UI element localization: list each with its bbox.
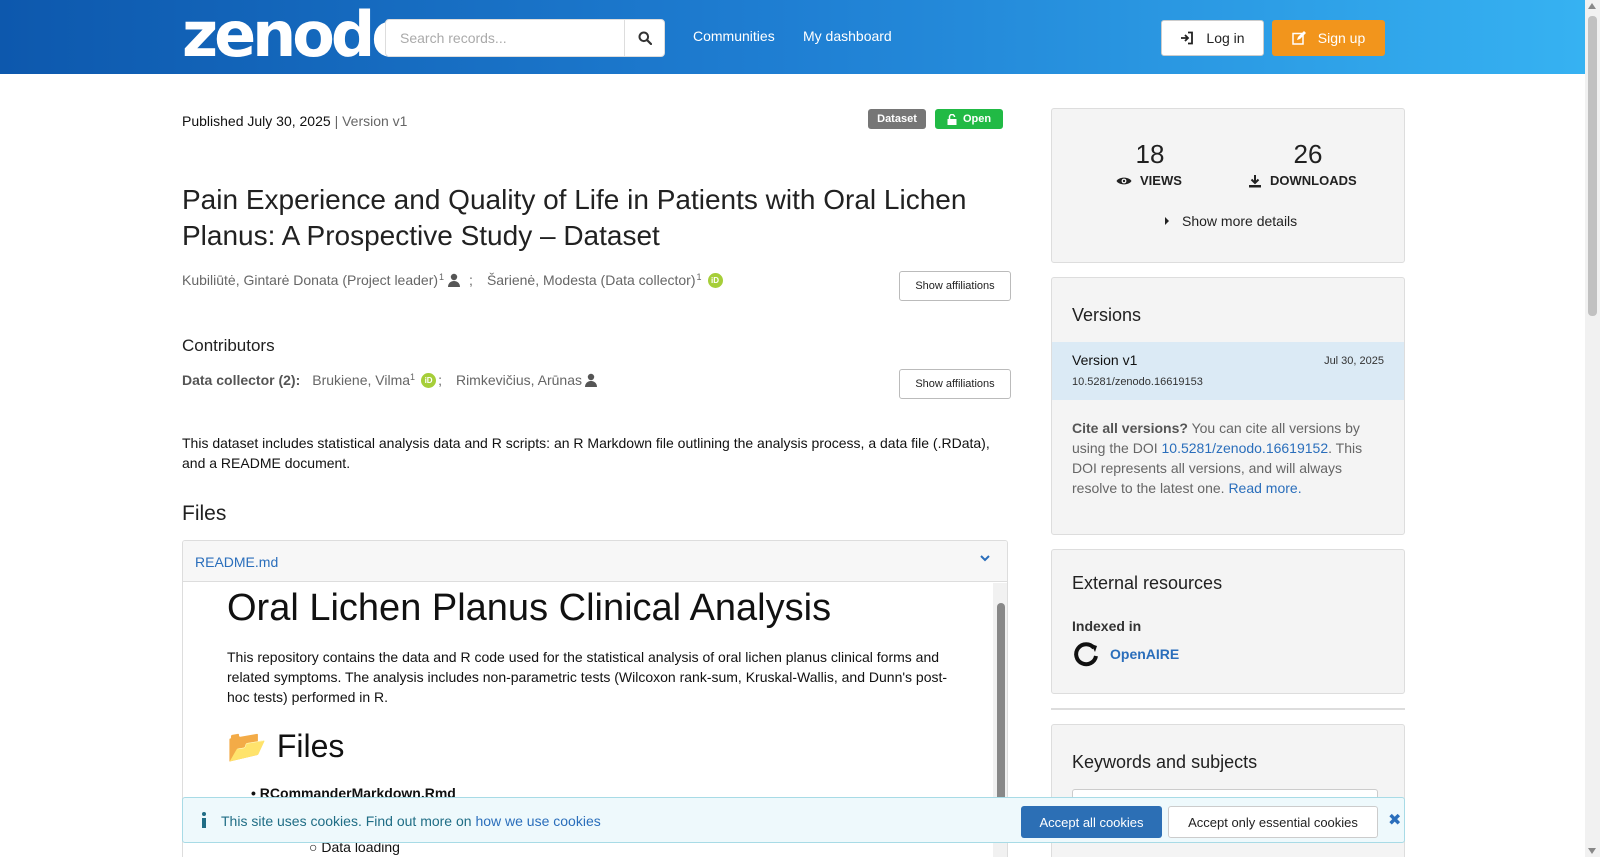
version-item[interactable]: Version v1 Jul 30, 2025 10.5281/zenodo.1… <box>1052 342 1404 400</box>
creator-name[interactable]: Kubiliūtė, Gintarė Donata (Project leade… <box>182 272 438 288</box>
nav-my-dashboard[interactable]: My dashboard <box>803 28 892 44</box>
sidebar-divider <box>1051 708 1405 710</box>
contributor-name[interactable]: Rimkevičius, Arūnas <box>456 372 582 388</box>
login-button[interactable]: Log in <box>1161 20 1264 56</box>
show-contributor-affiliations-button[interactable]: Show affiliations <box>899 369 1011 399</box>
openaire-link[interactable]: OpenAIRE <box>1072 640 1179 668</box>
info-icon <box>202 812 206 828</box>
edit-icon <box>1292 31 1306 45</box>
scroll-down-arrow-icon[interactable] <box>1588 848 1596 854</box>
person-icon <box>448 273 461 287</box>
creators-list: Kubiliūtė, Gintarė Donata (Project leade… <box>182 272 723 288</box>
signup-button[interactable]: Sign up <box>1272 20 1385 56</box>
show-more-details-label: Show more details <box>1182 213 1298 229</box>
record-title: Pain Experience and Quality of Life in P… <box>182 184 967 251</box>
views-label-text: VIEWS <box>1140 173 1182 188</box>
eye-icon <box>1116 177 1132 184</box>
version-name[interactable]: Version v1 <box>1072 352 1137 368</box>
search-button[interactable] <box>624 19 665 57</box>
affiliation-number: 1 <box>410 372 416 382</box>
downloads-label-text: DOWNLOADS <box>1270 173 1357 188</box>
show-more-details-toggle[interactable]: Show more details <box>1164 213 1297 229</box>
cookie-policy-link[interactable]: how we use cookies <box>475 813 600 829</box>
affiliation-number: 1 <box>439 272 445 282</box>
versions-title: Versions <box>1072 305 1142 325</box>
contributor-separator: ; <box>438 372 442 388</box>
orcid-icon[interactable]: iD <box>707 272 723 288</box>
signup-label: Sign up <box>1317 30 1366 46</box>
indexed-in-label: Indexed in <box>1072 618 1142 634</box>
readme-subheading-text: Files <box>276 727 345 764</box>
keywords-title: Keywords and subjects <box>1072 752 1258 772</box>
access-label: Open <box>962 113 992 125</box>
scroll-up-arrow-icon[interactable] <box>1588 3 1596 9</box>
contributor-name[interactable]: Brukiene, Vilma <box>312 372 410 388</box>
concept-doi-link[interactable]: 10.5281/zenodo.16619152 <box>1162 440 1329 456</box>
creator-name[interactable]: Šarienė, Modesta (Data collector) <box>487 272 696 288</box>
readme-paragraph: This repository contains the data and R … <box>227 649 948 705</box>
affiliation-number: 1 <box>696 272 702 282</box>
show-affiliations-button[interactable]: Show affiliations <box>899 271 1011 301</box>
stats-card: 18 VIEWS 26 DOWNLOADS Show more details <box>1051 108 1405 263</box>
versions-card: Versions Version v1 Jul 30, 2025 10.5281… <box>1051 277 1405 535</box>
person-icon <box>585 373 597 387</box>
read-more-link[interactable]: Read more. <box>1228 480 1301 496</box>
accept-all-cookies-button[interactable]: Accept all cookies <box>1021 806 1162 838</box>
openaire-label: OpenAIRE <box>1110 646 1180 662</box>
cite-all-versions: Cite all versions? You can cite all vers… <box>1072 418 1382 498</box>
cite-all-bold: Cite all versions? <box>1072 420 1188 436</box>
search-icon <box>638 31 652 45</box>
search-input[interactable] <box>385 19 625 57</box>
login-label: Log in <box>1206 30 1245 46</box>
views-label: VIEWS <box>1116 173 1182 188</box>
folder-icon: 📂 <box>227 728 267 764</box>
close-icon[interactable]: ✖ <box>1388 810 1401 830</box>
top-navbar: zenodo Communities My dashboard Log in S… <box>0 0 1585 74</box>
external-resources-card: External resources Indexed in OpenAIRE <box>1051 549 1405 694</box>
publication-info: Published July 30, 2025 | Version v1 <box>182 113 407 129</box>
nav-communities[interactable]: Communities <box>693 28 775 44</box>
contributor-role: Data collector (2): <box>182 372 301 388</box>
file-preview-header[interactable]: README.md <box>183 541 1007 582</box>
accept-essential-cookies-button[interactable]: Accept only essential cookies <box>1168 806 1378 838</box>
readme-heading: Oral Lichen Planus Clinical Analysis <box>227 587 832 629</box>
page-scrollbar[interactable] <box>1585 0 1600 857</box>
published-date: Published July 30, 2025 <box>182 113 331 129</box>
version-label: | Version v1 <box>334 113 408 129</box>
version-date: Jul 30, 2025 <box>1324 355 1384 367</box>
external-resources-title: External resources <box>1072 573 1223 593</box>
contributors-heading: Contributors <box>182 336 275 355</box>
unlock-icon <box>947 113 957 125</box>
page-scrollbar-thumb[interactable] <box>1588 16 1597 316</box>
chevron-down-icon[interactable] <box>979 553 991 563</box>
readme-subheading: 📂 Files <box>227 727 344 765</box>
cookie-message: This site uses cookies. Find out more on… <box>221 813 601 829</box>
cookie-text: This site uses cookies. Find out more on <box>221 813 476 829</box>
contributors-list: Data collector (2): Brukiene, Vilma 1 iD … <box>182 372 598 388</box>
creator-separator: ; <box>469 272 473 288</box>
sign-in-icon <box>1181 31 1194 45</box>
orcid-icon[interactable]: iD <box>421 372 437 388</box>
openaire-icon <box>1074 642 1098 667</box>
caret-right-icon <box>1165 217 1169 225</box>
version-doi: 10.5281/zenodo.16619153 <box>1072 376 1203 388</box>
cookie-banner: This site uses cookies. Find out more on… <box>182 797 1405 843</box>
resource-type-badge: Dataset <box>868 109 926 129</box>
record-description: This dataset includes statistical analys… <box>182 435 990 471</box>
zenodo-logo[interactable]: zenodo <box>182 4 414 66</box>
file-name-link[interactable]: README.md <box>195 554 278 570</box>
downloads-count: 26 <box>1293 139 1323 169</box>
downloads-label: DOWNLOADS <box>1248 173 1357 188</box>
views-count: 18 <box>1135 139 1165 169</box>
preview-scrollbar-thumb[interactable] <box>997 603 1005 813</box>
access-badge: Open <box>935 109 1003 129</box>
files-heading: Files <box>182 502 227 525</box>
download-icon <box>1249 174 1261 187</box>
